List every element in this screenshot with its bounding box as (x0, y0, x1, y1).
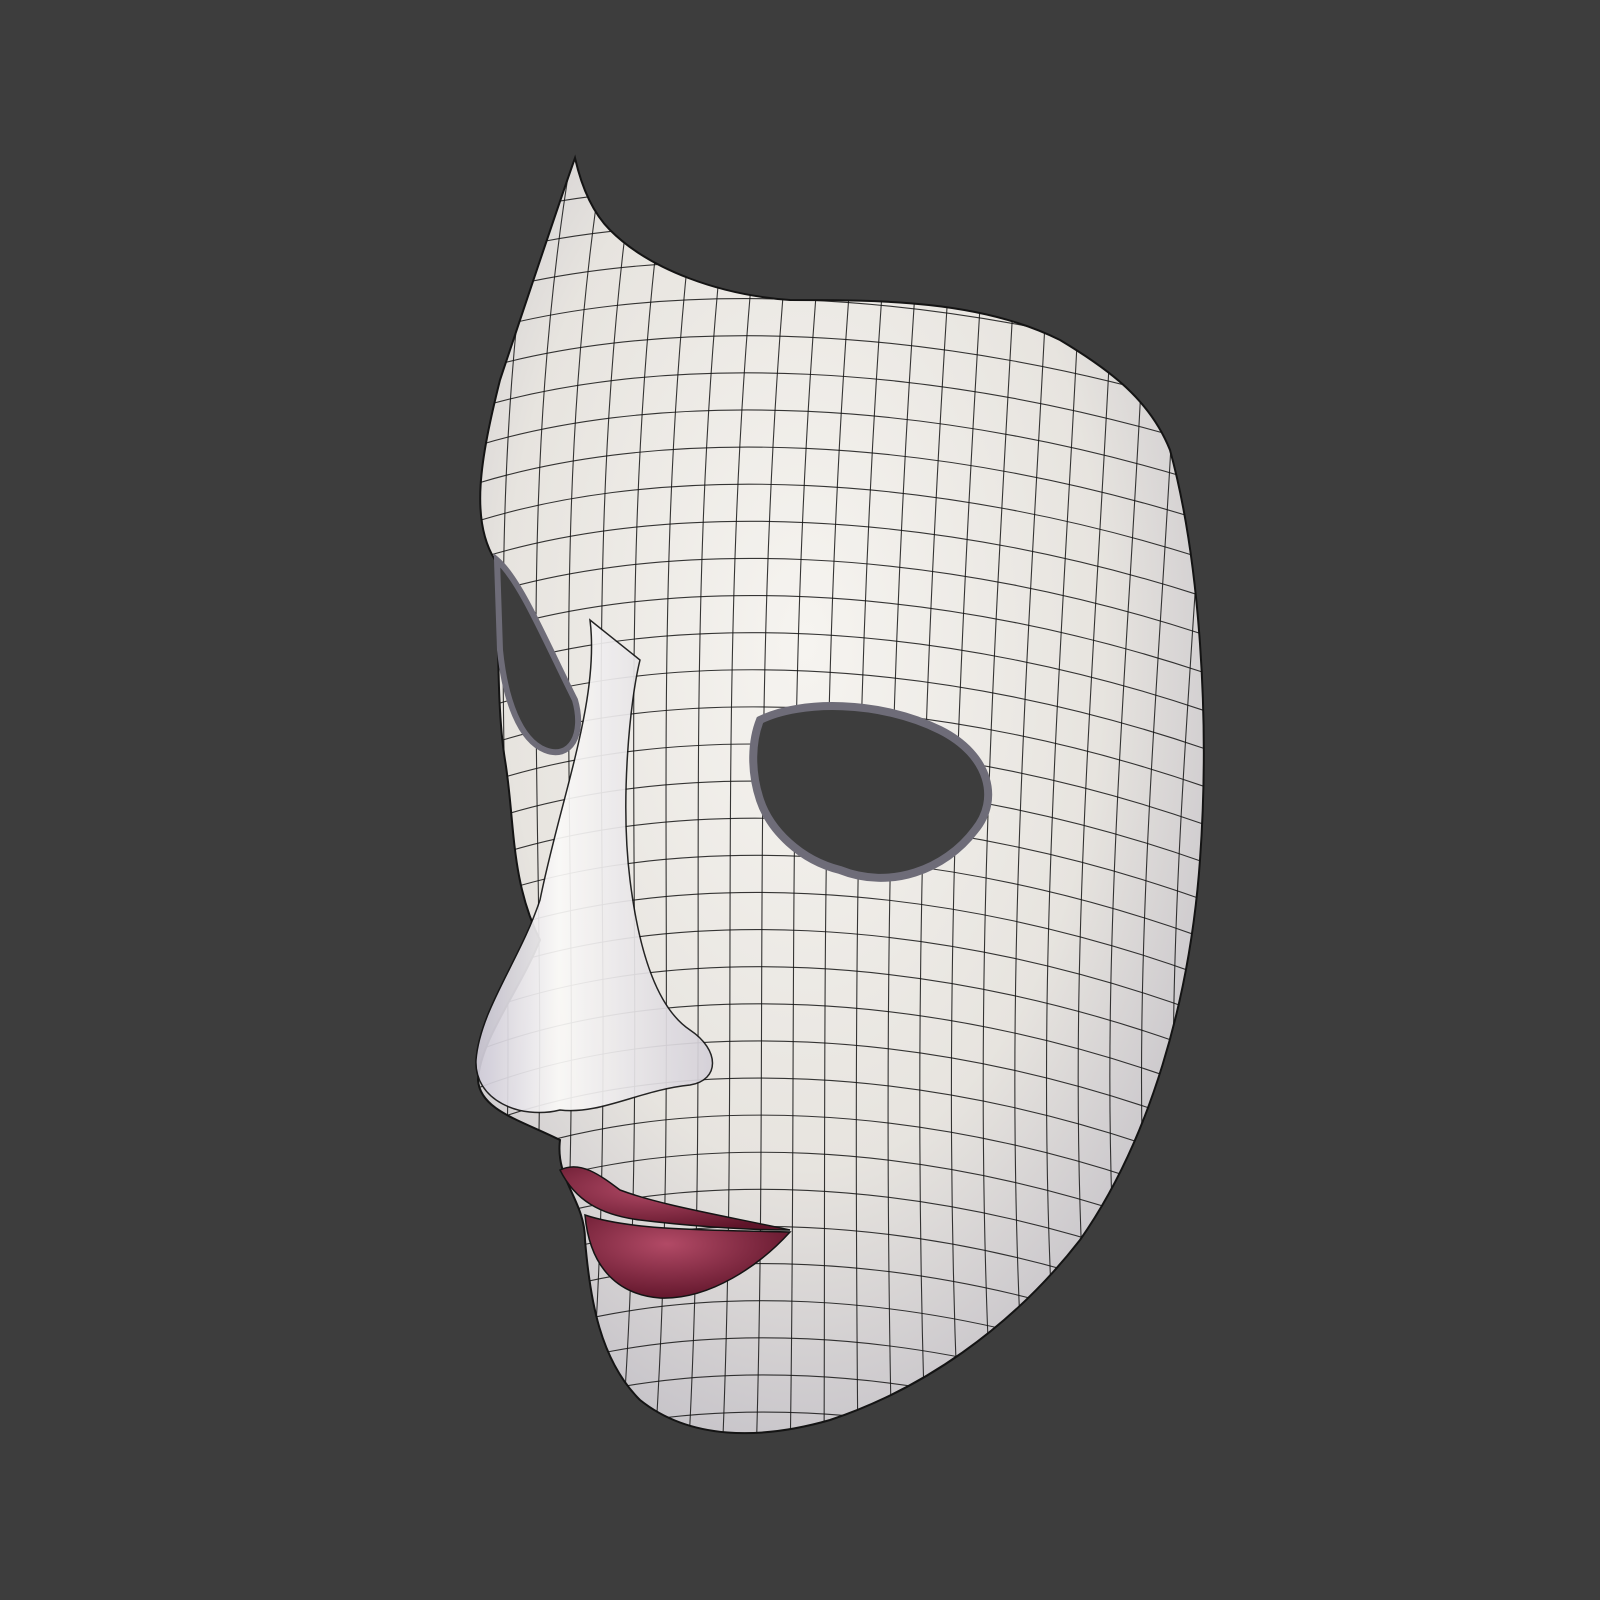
3d-viewport[interactable] (0, 0, 1600, 1600)
mask-render (0, 0, 1600, 1600)
